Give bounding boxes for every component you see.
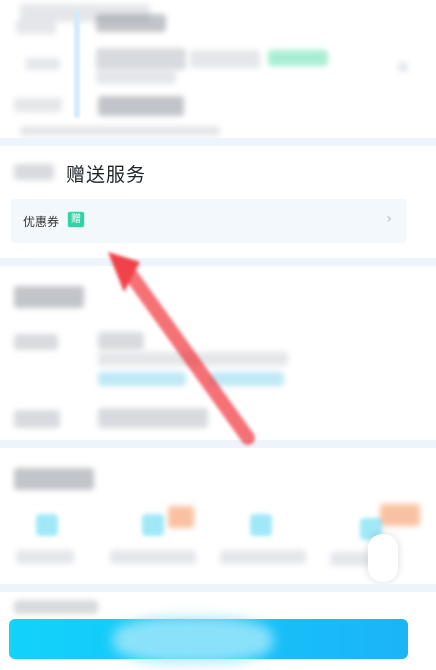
gift-badge: 赠 <box>68 212 84 227</box>
redacted-text <box>14 98 62 112</box>
timeline-line <box>74 10 80 118</box>
service-icon[interactable] <box>36 514 58 536</box>
redacted-button-label <box>113 617 273 663</box>
redacted-text <box>14 334 58 350</box>
redacted-text <box>330 552 370 566</box>
redacted-badge <box>168 506 194 528</box>
redacted-text <box>98 96 184 116</box>
redacted-text <box>16 550 74 564</box>
redacted-text <box>14 468 94 490</box>
redacted-text <box>96 14 166 32</box>
redacted-tag <box>268 50 328 66</box>
redacted-text <box>190 50 260 68</box>
redacted-badge <box>380 504 420 526</box>
section-divider <box>0 440 436 448</box>
redacted-text <box>220 550 306 564</box>
redacted-text <box>14 286 84 308</box>
bottom-action-button[interactable] <box>9 617 408 663</box>
redacted-text <box>20 126 220 136</box>
redacted-text <box>14 600 98 614</box>
redacted-link <box>210 372 284 386</box>
redacted-text <box>26 58 60 70</box>
coupon-label: 优惠券 <box>23 215 60 229</box>
coupon-row[interactable]: 优惠券 赠 › <box>11 199 406 243</box>
redacted-text <box>98 408 208 428</box>
redacted-text <box>98 352 288 366</box>
floating-button[interactable] <box>368 534 398 582</box>
service-icon[interactable] <box>250 514 272 536</box>
section-divider <box>0 258 436 266</box>
redacted-text <box>14 410 60 428</box>
redacted-text <box>96 48 186 70</box>
gift-service-title: 赠送服务 <box>66 164 147 186</box>
redacted-text <box>98 332 144 350</box>
section-divider <box>0 138 436 146</box>
redacted-text <box>110 550 196 564</box>
redacted-link <box>98 372 186 386</box>
chevron-right-icon: › <box>386 211 392 227</box>
redacted-icon <box>14 164 54 180</box>
redacted-icon <box>398 62 408 72</box>
redacted-text <box>96 70 176 84</box>
redacted-text <box>16 20 56 34</box>
section-divider <box>0 584 436 592</box>
service-icon[interactable] <box>142 514 164 536</box>
